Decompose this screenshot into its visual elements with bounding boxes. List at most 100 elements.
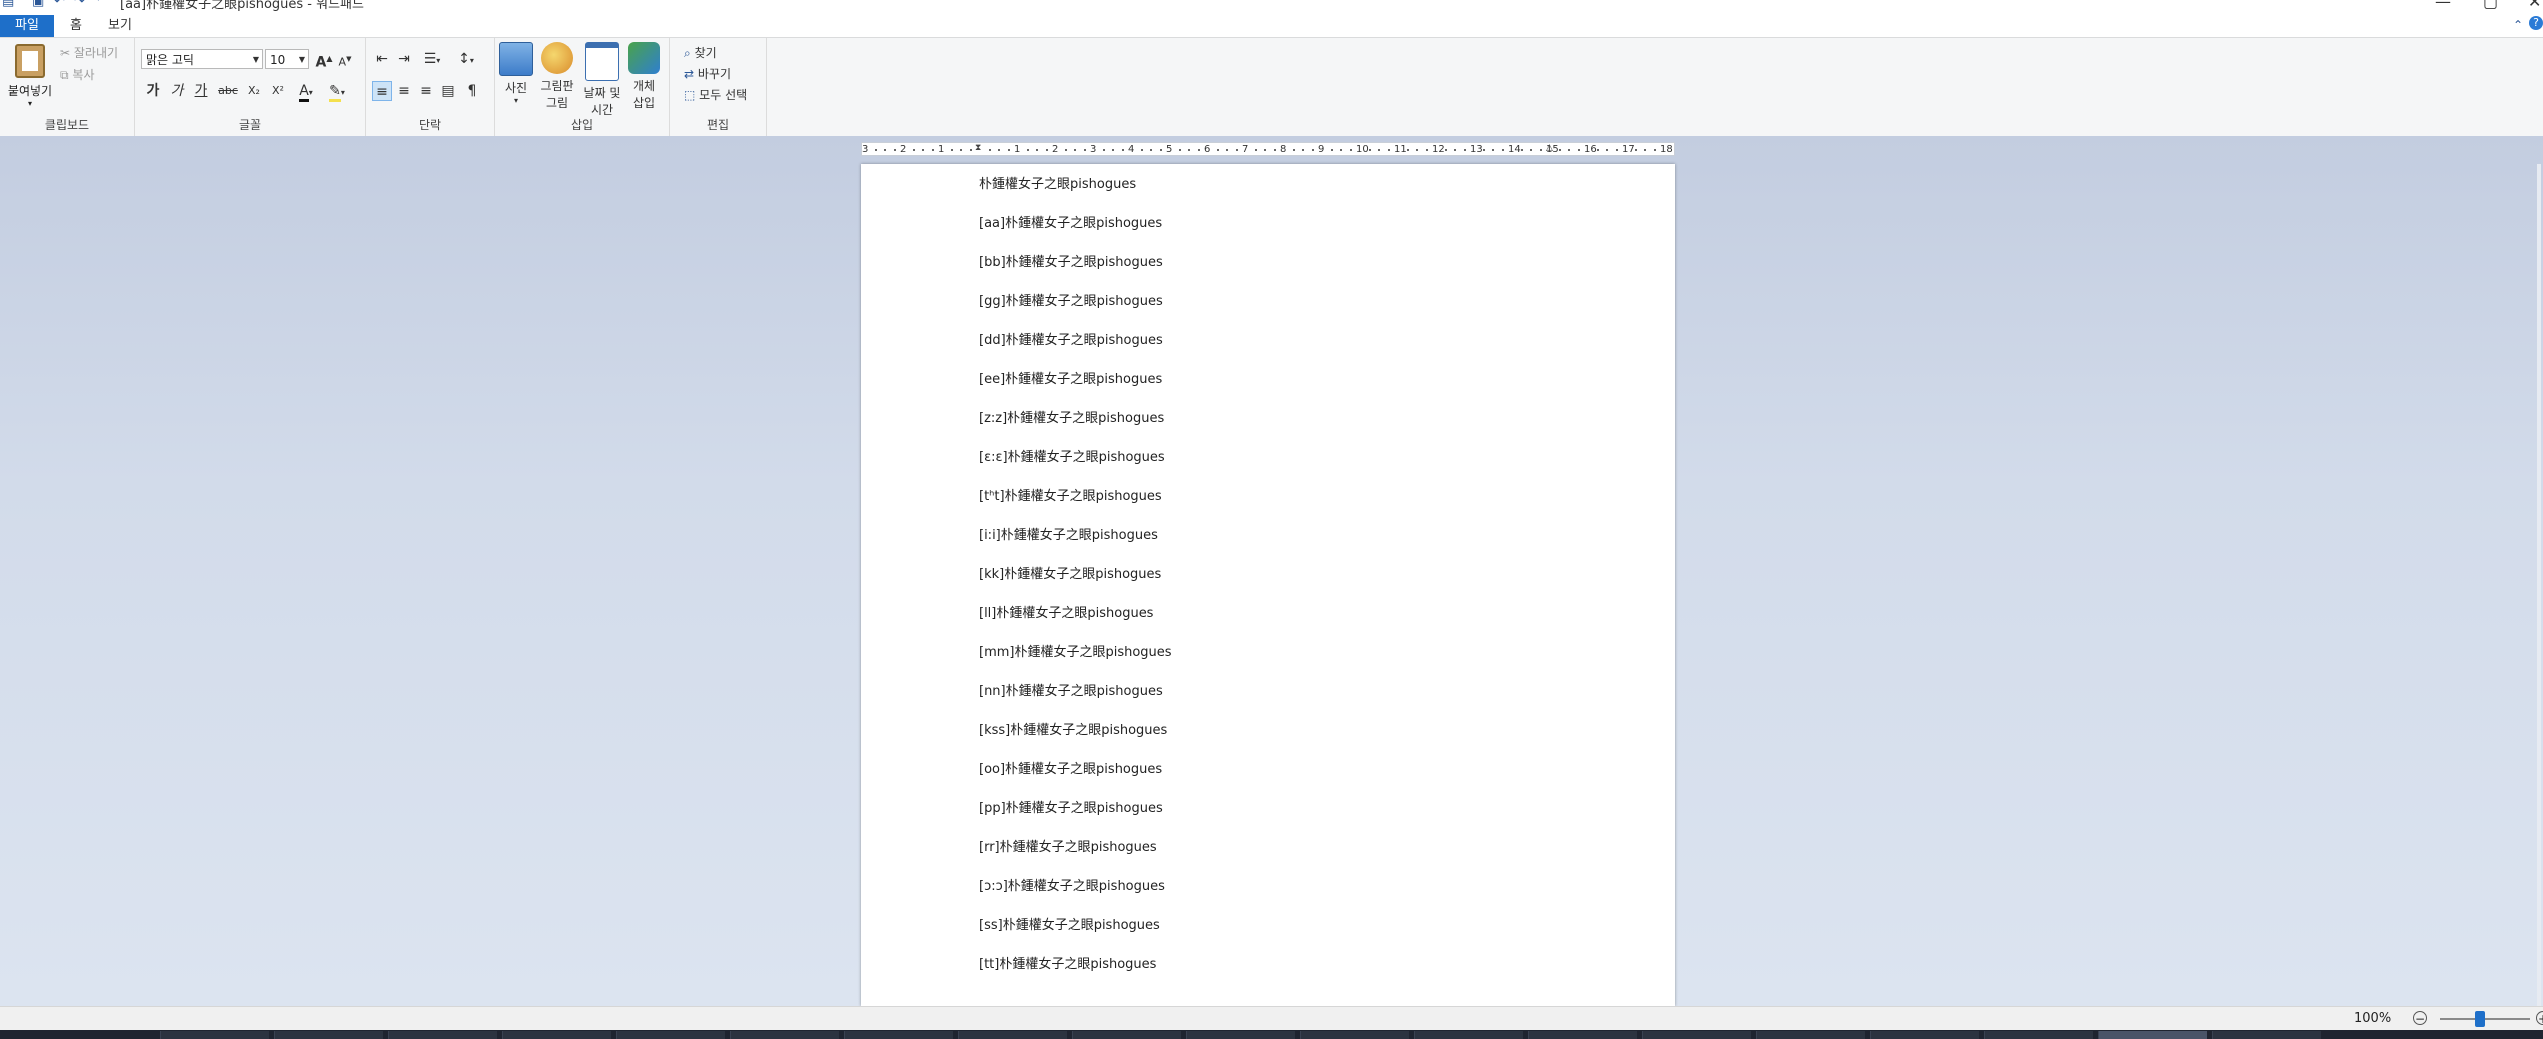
taskbar-item[interactable] <box>730 1031 839 1039</box>
zoom-slider-thumb[interactable] <box>2474 1011 2485 1027</box>
document-line[interactable]: [ee]朴鍾權女子之眼pishogues <box>979 369 1172 408</box>
tab-view[interactable]: 보기 <box>96 15 144 37</box>
zoom-in-button[interactable]: + <box>2536 1011 2543 1026</box>
taskbar-item[interactable] <box>616 1031 725 1039</box>
datetime-label-1: 날짜 및 <box>583 86 621 100</box>
document-line[interactable]: [kss]朴鍾權女子之眼pishogues <box>979 720 1172 759</box>
ruler-tick <box>1026 149 1029 151</box>
increase-indent-icon[interactable]: ⇥ <box>394 49 414 69</box>
document-line[interactable]: [ɔ:ɔ]朴鍾權女子之眼pishogues <box>979 876 1172 915</box>
document-line[interactable]: [pp]朴鍾權女子之眼pishogues <box>979 798 1172 837</box>
replace-button[interactable]: ⇄ 바꾸기 <box>684 65 731 82</box>
strikethrough-button[interactable]: abc <box>215 81 241 101</box>
indent-marker-icon[interactable]: ⧗ <box>975 143 981 153</box>
ruler-number: 2 <box>1052 144 1059 155</box>
collapse-ribbon-icon[interactable]: ⌃ <box>2513 18 2523 32</box>
document-line[interactable]: [bb]朴鍾權女子之眼pishogues <box>979 252 1172 291</box>
taskbar-item[interactable] <box>1414 1031 1523 1039</box>
grow-font-button[interactable]: A▲ <box>315 49 333 71</box>
document-line[interactable]: [dd]朴鍾權女子之眼pishogues <box>979 330 1172 369</box>
document-line[interactable]: [rr]朴鍾權女子之眼pishogues <box>979 837 1172 876</box>
taskbar-item[interactable] <box>844 1031 953 1039</box>
tab-home[interactable]: 홈 <box>58 15 94 37</box>
help-icon[interactable]: ? <box>2529 16 2543 30</box>
justify-icon[interactable]: ▤ <box>438 81 458 101</box>
document-line[interactable]: [ɛ:ɛ]朴鍾權女子之眼pishogues <box>979 447 1172 486</box>
taskbar-item[interactable] <box>1300 1031 1409 1039</box>
document-line[interactable]: [tt]朴鍾權女子之眼pishogues <box>979 954 1172 993</box>
document-line[interactable]: [oo]朴鍾權女子之眼pishogues <box>979 759 1172 798</box>
document-line[interactable]: [mm]朴鍾權女子之眼pishogues <box>979 642 1172 681</box>
align-right-icon[interactable]: ≡ <box>416 81 436 101</box>
document-line[interactable]: [tʰt]朴鍾權女子之眼pishogues <box>979 486 1172 525</box>
undo-icon[interactable]: ↶ <box>54 0 65 9</box>
taskbar-item[interactable] <box>388 1031 497 1039</box>
tab-file[interactable]: 파일 <box>0 15 54 37</box>
copy-button[interactable]: ⧉ 복사 <box>60 66 95 83</box>
taskbar-item[interactable] <box>1072 1031 1181 1039</box>
taskbar-item[interactable] <box>1756 1031 1865 1039</box>
paste-button[interactable]: 붙여넣기 ▾ <box>4 44 56 108</box>
bullet-list-icon[interactable]: ☰▾ <box>418 49 446 69</box>
save-icon[interactable]: ▣ <box>32 0 44 9</box>
taskbar-item[interactable] <box>1642 1031 1751 1039</box>
subscript-button[interactable]: X₂ <box>243 81 265 101</box>
document-line[interactable]: [aa]朴鍾權女子之眼pishogues <box>979 213 1172 252</box>
minimize-button[interactable]: — <box>2435 0 2451 11</box>
document-line[interactable]: [i:i]朴鍾權女子之眼pishogues <box>979 525 1172 564</box>
close-button[interactable]: ✕ <box>2528 0 2541 11</box>
redo-icon[interactable]: ↷ <box>74 0 85 9</box>
superscript-button[interactable]: X² <box>267 81 289 101</box>
bold-button[interactable]: 가 <box>143 81 163 101</box>
taskbar-item[interactable] <box>502 1031 611 1039</box>
customize-icon[interactable]: ▾ <box>96 0 101 4</box>
select-all-button[interactable]: ⬚ 모두 선택 <box>684 86 747 103</box>
paste-dropdown-icon[interactable]: ▾ <box>4 99 56 108</box>
document-page[interactable]: 朴鍾權女子之眼pishogues [aa]朴鍾權女子之眼pishogues [bb]… <box>861 164 1675 1006</box>
cut-button[interactable]: ✂ 잘라내기 <box>60 44 118 61</box>
paint-drawing-button[interactable]: 그림판 그림 <box>537 42 577 111</box>
font-size-select[interactable]: 10 ▼ <box>265 49 309 69</box>
taskbar-item[interactable] <box>958 1031 1067 1039</box>
find-button[interactable]: ⌕ 찾기 <box>684 44 717 61</box>
document-line[interactable]: [ll]朴鍾權女子之眼pishogues <box>979 603 1172 642</box>
insert-group: 사진 ▾ 그림판 그림 날짜 및 시간 개체 삽입 삽입 <box>495 38 670 136</box>
vertical-scrollbar[interactable] <box>2537 164 2541 1006</box>
align-left-icon[interactable]: ≡ <box>372 81 392 101</box>
align-center-icon[interactable]: ≡ <box>394 81 414 101</box>
document-line[interactable]: [gg]朴鍾權女子之眼pishogues <box>979 291 1172 330</box>
taskbar-item[interactable] <box>2212 1031 2321 1039</box>
document-line[interactable]: [kk]朴鍾權女子之眼pishogues <box>979 564 1172 603</box>
decrease-indent-icon[interactable]: ⇤ <box>372 49 392 69</box>
document-text[interactable]: 朴鍾權女子之眼pishogues [aa]朴鍾權女子之眼pishogues [bb]… <box>979 174 1172 993</box>
taskbar-item[interactable] <box>160 1031 269 1039</box>
taskbar-item[interactable] <box>1984 1031 2093 1039</box>
shrink-font-button[interactable]: A▼ <box>336 49 354 69</box>
document-line[interactable]: [nn]朴鍾權女子之眼pishogues <box>979 681 1172 720</box>
zoom-slider-track[interactable] <box>2440 1018 2530 1020</box>
font-family-select[interactable]: 맑은 고딕 ▼ <box>141 49 263 69</box>
font-color-button[interactable]: A▾ <box>293 81 319 102</box>
ruler[interactable]: 3 2 1 1 2 3 4 5 6 7 8 9 10 11 12 13 14 15 16 17 18 ⧗ △ <box>861 142 1675 156</box>
taskbar-item[interactable] <box>1870 1031 1979 1039</box>
document-line[interactable]: [ss]朴鍾權女子之眼pishogues <box>979 915 1172 954</box>
paragraph-settings-icon[interactable]: ¶ <box>462 81 482 101</box>
ruler-number: 9 <box>1318 144 1325 155</box>
underline-button[interactable]: 가 <box>191 81 211 101</box>
right-indent-marker-icon[interactable]: △ <box>1546 143 1553 153</box>
taskbar-item[interactable] <box>274 1031 383 1039</box>
picture-button[interactable]: 사진 ▾ <box>499 42 533 105</box>
ruler-tick <box>1216 149 1219 151</box>
taskbar-item[interactable] <box>2098 1031 2207 1039</box>
highlight-button[interactable]: ✎▾ <box>323 81 351 102</box>
line-spacing-icon[interactable]: ↕▾ <box>452 49 480 69</box>
insert-object-button[interactable]: 개체 삽입 <box>625 42 663 111</box>
datetime-button[interactable]: 날짜 및 시간 <box>581 42 623 118</box>
document-line[interactable]: 朴鍾權女子之眼pishogues <box>979 174 1172 213</box>
taskbar-item[interactable] <box>1186 1031 1295 1039</box>
document-line[interactable]: [z:z]朴鍾權女子之眼pishogues <box>979 408 1172 447</box>
maximize-button[interactable]: ▢ <box>2483 0 2498 11</box>
zoom-out-button[interactable]: − <box>2413 1011 2427 1026</box>
italic-button[interactable]: 가 <box>167 81 187 101</box>
taskbar-item[interactable] <box>1528 1031 1637 1039</box>
